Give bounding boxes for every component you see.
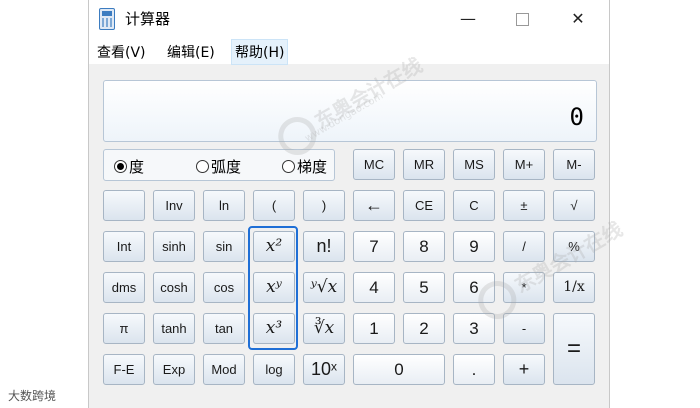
mr-button[interactable]: MR	[403, 149, 445, 180]
digit-7-button[interactable]: 7	[353, 231, 395, 262]
exp-button[interactable]: Exp	[153, 354, 195, 385]
ms-button[interactable]: MS	[453, 149, 495, 180]
m-minus-button[interactable]: M-	[553, 149, 595, 180]
decimal-button[interactable]: .	[453, 354, 495, 385]
digit-1-button[interactable]: 1	[353, 313, 395, 344]
highlight-box	[248, 226, 298, 350]
digit-4-button[interactable]: 4	[353, 272, 395, 303]
mc-button[interactable]: MC	[353, 149, 395, 180]
sin-button[interactable]: sin	[203, 231, 245, 262]
maximize-button[interactable]	[499, 4, 545, 34]
calculator-window: 计算器 — ✕ 查看(V) 编辑(E) 帮助(H) 0 度 弧度 梯度 MC M…	[88, 0, 610, 408]
radio-radians[interactable]: 弧度	[196, 156, 241, 177]
radio-degrees[interactable]: 度	[114, 156, 144, 177]
int-button[interactable]: Int	[103, 231, 145, 262]
m-plus-button[interactable]: M+	[503, 149, 545, 180]
menu-help[interactable]: 帮助(H)	[231, 39, 289, 65]
radio-radians-label: 弧度	[211, 158, 242, 176]
factorial-button[interactable]: n!	[303, 231, 345, 262]
pi-button[interactable]: π	[103, 313, 145, 344]
clear-button[interactable]: C	[453, 190, 495, 221]
menu-edit[interactable]: 编辑(E)	[167, 42, 215, 62]
radio-unselected-icon	[282, 160, 295, 173]
radio-degrees-label: 度	[129, 158, 145, 176]
yroot-button[interactable]: ʸ√x	[303, 272, 345, 303]
inv-button[interactable]: Inv	[153, 190, 195, 221]
menu-view[interactable]: 查看(V)	[97, 42, 146, 62]
sinh-button[interactable]: sinh	[153, 231, 195, 262]
radio-gradians-label: 梯度	[297, 158, 328, 176]
corner-logo: 大数跨境	[8, 389, 57, 403]
display-value: 0	[569, 103, 584, 131]
maximize-icon	[515, 13, 529, 26]
equals-button[interactable]: =	[553, 313, 595, 385]
add-button[interactable]: +	[503, 354, 545, 385]
window-title: 计算器	[125, 10, 171, 28]
ln-button[interactable]: ln	[203, 190, 245, 221]
close-button[interactable]: ✕	[555, 4, 601, 34]
negate-button[interactable]: ±	[503, 190, 545, 221]
ce-button[interactable]: CE	[403, 190, 445, 221]
digit-5-button[interactable]: 5	[403, 272, 445, 303]
radio-selected-icon	[114, 160, 127, 173]
mod-button[interactable]: Mod	[203, 354, 245, 385]
log-button[interactable]: log	[253, 354, 295, 385]
ten-power-button[interactable]: 10ˣ	[303, 354, 345, 385]
sqrt-button[interactable]: √	[553, 190, 595, 221]
close-paren-button[interactable]: )	[303, 190, 345, 221]
open-paren-button[interactable]: (	[253, 190, 295, 221]
dms-button[interactable]: dms	[103, 272, 145, 303]
title-bar[interactable]: 计算器 — ✕	[89, 0, 609, 38]
digit-2-button[interactable]: 2	[403, 313, 445, 344]
tanh-button[interactable]: tanh	[153, 313, 195, 344]
digit-0-button[interactable]: 0	[353, 354, 445, 385]
minimize-button[interactable]: —	[445, 4, 491, 34]
cosh-button[interactable]: cosh	[153, 272, 195, 303]
calculator-icon	[99, 8, 115, 30]
digit-8-button[interactable]: 8	[403, 231, 445, 262]
tan-button[interactable]: tan	[203, 313, 245, 344]
backspace-button[interactable]: ←	[353, 190, 395, 221]
menu-bar: 查看(V) 编辑(E) 帮助(H)	[89, 38, 609, 65]
subtract-button[interactable]: -	[503, 313, 545, 344]
blank-button[interactable]	[103, 190, 145, 221]
digit-9-button[interactable]: 9	[453, 231, 495, 262]
cube-root-button[interactable]: ∛x	[303, 313, 345, 344]
radio-unselected-icon	[196, 160, 209, 173]
fe-button[interactable]: F-E	[103, 354, 145, 385]
cos-button[interactable]: cos	[203, 272, 245, 303]
